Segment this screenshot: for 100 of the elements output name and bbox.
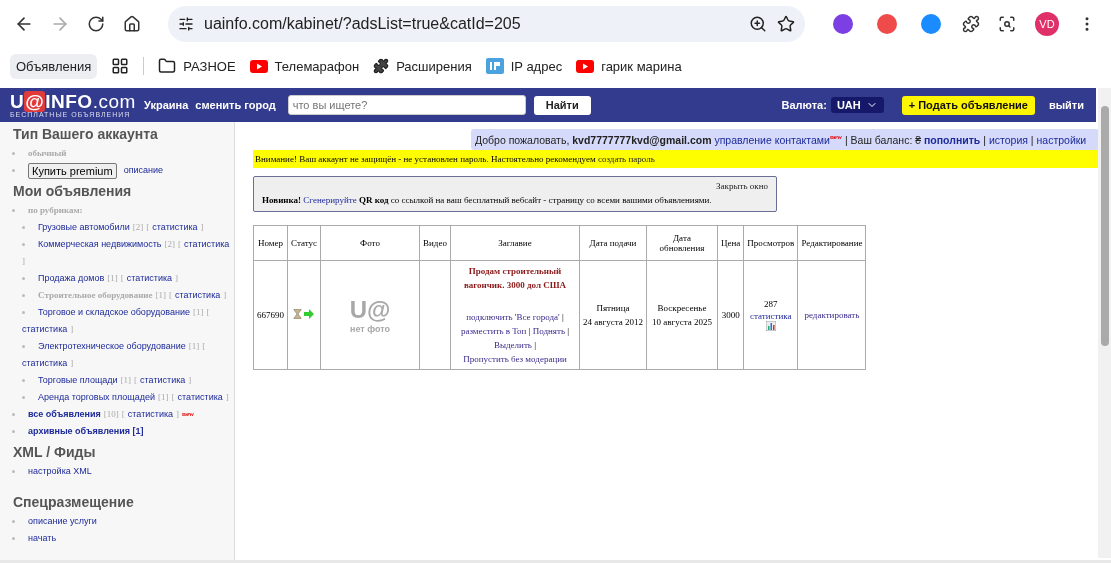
action-link[interactable]: Поднять [532,325,566,336]
search-field[interactable]: что вы ищете? [287,95,526,115]
description-link[interactable]: описание [123,162,164,179]
action-link[interactable]: Выделить [494,339,532,350]
column-header: Редактирование [797,225,866,260]
bookmark-link[interactable]: Расширения [396,58,472,74]
extension-icon[interactable] [833,14,853,34]
buy-premium-button[interactable]: Купить premium [28,162,117,179]
search-button[interactable]: Найти [533,95,591,115]
category-link[interactable]: Коммерческая недвижимость [38,236,162,253]
bracket: ] [22,255,25,268]
profile-avatar[interactable]: VD [1035,12,1059,36]
settings-link[interactable]: настройки [1036,133,1087,146]
puzzle-icon [373,58,390,74]
bookmark-link[interactable]: гарик марина [601,58,682,74]
category-link[interactable]: Электротехническое оборудование [38,338,186,355]
category-link[interactable]: Продажа домов [38,270,105,287]
stats-link[interactable]: статистика [22,321,68,338]
separator: | [566,325,570,336]
extension-icon[interactable] [921,14,941,34]
user-email: kvd7777777kvd@gmail.com [572,133,712,146]
category-link[interactable]: Торговое и складское оборудование [38,304,190,321]
category-link[interactable]: Аренда торговых площадей [38,389,156,406]
section-heading: Спецразмещение [13,494,135,510]
stats-link[interactable]: статистика [22,355,68,372]
ad-count: [1] [155,289,166,302]
ad-title-link[interactable]: Продам строительный вагончик. 3000 дол США [454,263,576,292]
separator: | [527,325,532,336]
ad-count: [2] [132,221,144,234]
special-link[interactable]: начать [28,530,57,547]
table-cell: Пятница 24 августа 2012 [579,260,647,369]
change-city-link[interactable]: сменить город [195,99,276,111]
stats-link[interactable]: статистика [140,372,186,389]
apps-icon[interactable] [111,57,130,75]
bracket: ] [176,408,180,421]
special-link[interactable]: описание услуги [28,513,97,530]
chart-icon [765,320,776,331]
scan-search-icon[interactable] [998,15,1016,33]
bracket: [ [202,340,206,353]
separator: | [1030,133,1034,146]
bookmark-link[interactable]: РАЗНОЕ [183,58,236,74]
bracket: ] [200,221,204,234]
site-settings-icon[interactable] [178,16,194,32]
ad-count: [2] [164,238,176,251]
bookmark-star-icon[interactable] [777,15,795,33]
views-count: 287 [763,297,779,311]
xml-link[interactable]: настройка XML [28,463,92,480]
bookmark-link[interactable]: Телемарафон [274,58,360,74]
all-ads-link[interactable]: все объявления [28,406,101,423]
close-window-link[interactable]: Закрыть окно [716,180,768,191]
action-link[interactable]: Пропустить без модерации [463,353,567,364]
create-password-link[interactable]: создать пароль [597,153,655,164]
section-heading: Мои объявления [13,183,133,199]
stats-link[interactable]: статистика [177,389,223,406]
bracket: [ [134,374,138,387]
generate-link[interactable]: Сгенерируйте [303,194,357,205]
ip-icon [485,58,504,74]
topup-link[interactable]: пополнить [924,133,981,146]
bookmark-chip[interactable]: Объявления [10,53,98,79]
bracket: ] [175,272,179,285]
bracket: ] [70,323,74,336]
status-icons-drawing [293,308,315,319]
bracket: [ [169,289,172,302]
address-bar[interactable]: uainfo.com/kabinet/?adsList=true&catId=205 [168,6,805,42]
bracket: [ [206,306,210,319]
balance-text: | Ваш баланс: ₴ [844,133,922,146]
logout-link[interactable]: выйти [1048,99,1084,111]
action-link[interactable]: разместить в Топ [460,325,527,336]
column-header: Дата обновления [646,225,718,260]
edit-link[interactable]: редактировать [804,309,860,320]
section-heading: Тип Вашего аккаунта [13,126,159,142]
action-link[interactable]: подключить 'Все города' [466,311,560,322]
bracket: ] [223,289,227,302]
placeholder-logo: U@ [348,295,392,324]
stats-link[interactable]: статистика [750,310,792,321]
folder-icon [158,57,177,75]
category-link[interactable]: Грузовые автомобили [38,219,130,236]
ad-count: [1] [192,306,204,319]
contacts-link[interactable]: управление контактами [714,133,830,146]
history-link[interactable]: история [988,133,1028,146]
notice-text: Новинка! Сгенерируйте QR код со ссылкой на ваш бесплатный вебсайт - страницу со всеми вашими объявлениями. [262,194,713,205]
site-logo[interactable]: U@INFO.com [10,92,144,111]
scrollbar[interactable] [1098,88,1111,558]
category-link[interactable]: Торговые площади [38,372,118,389]
add-ad-button[interactable]: + Подать объявление [901,95,1035,115]
archive-link[interactable]: архивные объявления [1] [28,423,144,440]
puzzle-icon[interactable] [962,15,980,33]
stats-link[interactable]: статистика [152,219,198,236]
stats-link[interactable]: статистика [126,270,173,287]
extension-icon[interactable] [877,14,897,34]
reload-icon[interactable] [87,15,105,33]
stats-link[interactable]: статистика [127,406,174,423]
account-type: обычный [28,147,67,160]
stats-link[interactable]: статистика [184,236,230,253]
currency-select[interactable]: UAH [830,97,884,113]
group-label: по рубрикам: [28,204,83,217]
bookmark-link[interactable]: IP адрес [510,58,563,74]
home-icon[interactable] [123,15,141,33]
zoom-icon[interactable] [749,15,767,33]
greeting-text: Добро пожаловать, [475,133,571,146]
